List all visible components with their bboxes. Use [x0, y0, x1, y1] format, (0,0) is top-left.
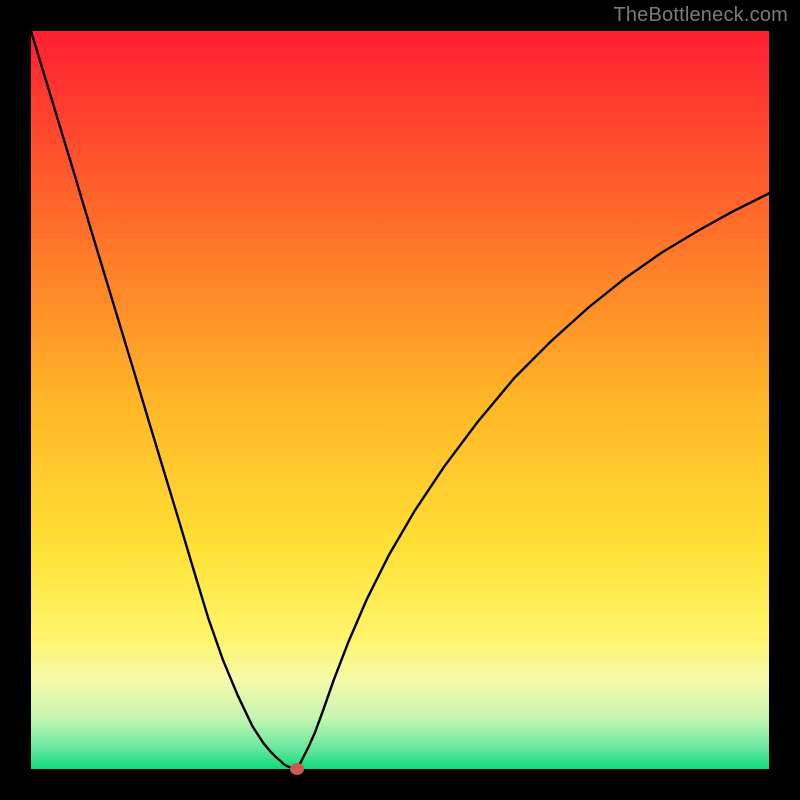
- chart-frame: TheBottleneck.com: [0, 0, 800, 800]
- curve-left-branch: [31, 31, 297, 769]
- watermark-text: TheBottleneck.com: [613, 4, 788, 27]
- curve-layer: [31, 31, 769, 769]
- curve-right-branch: [297, 193, 769, 769]
- minimum-marker: [290, 763, 304, 775]
- plot-area: [31, 31, 769, 769]
